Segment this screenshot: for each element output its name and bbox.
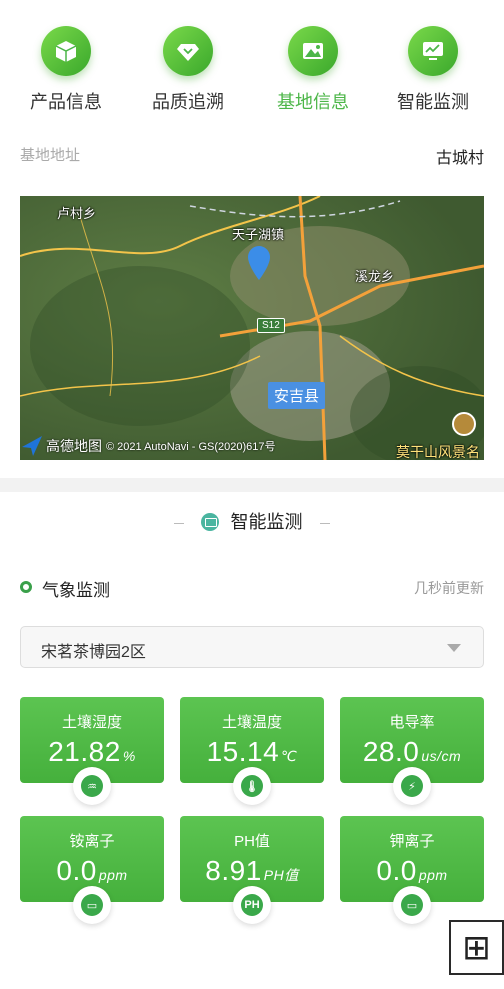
tile-value: 28.0 <box>362 736 420 767</box>
base-address-value: 古城村 <box>435 150 484 167</box>
section-title: 智能监测 <box>230 512 303 532</box>
tile-unit: ppm <box>98 867 128 883</box>
map-label-tianzi: 天子湖镇 <box>232 227 285 242</box>
tile-name: 钾离子 <box>389 833 435 850</box>
tile-unit: PH值 <box>263 867 299 883</box>
nav-base-info[interactable]: 基地信息 <box>258 26 368 114</box>
weather-header: 气象监测 几秒前更新 <box>20 576 484 600</box>
tile-unit: ℃ <box>281 748 298 764</box>
updated-time: 几秒前更新 <box>414 580 484 596</box>
tile-value: 0.0 <box>376 855 417 886</box>
tile-unit: ppm <box>418 867 448 883</box>
map-label-lucun: 卢村乡 <box>57 206 97 221</box>
nav-label: 智能监测 <box>397 92 469 112</box>
lightning-icon: ⚡ <box>393 767 431 805</box>
base-address-row: 基地地址 古城村 <box>20 144 484 167</box>
tile-name: 土壤湿度 <box>61 714 122 731</box>
divider <box>319 522 330 524</box>
sensor-icon: ▭ <box>393 886 431 924</box>
nav-label: 产品信息 <box>30 92 102 112</box>
chevron-down-icon <box>447 644 461 652</box>
map-label-xilong: 溪龙乡 <box>355 269 395 284</box>
zone-select-value: 宋茗茶博园2区 <box>41 644 146 661</box>
weather-dot-icon <box>20 581 32 593</box>
map-label-mogan: 莫干山风景名 <box>396 444 480 460</box>
map-attribution: 高德地图 © 2021 AutoNavi - GS(2020)617号 <box>22 436 276 456</box>
tile-value: 0.0 <box>56 855 97 886</box>
tile-name: 土壤温度 <box>221 714 282 731</box>
water-drop-icon: ♒ <box>73 767 111 805</box>
sensor-icon: ▭ <box>73 886 111 924</box>
scenic-spot-icon[interactable] <box>452 412 476 436</box>
amap-logo-icon <box>22 436 42 456</box>
nav-label: 基地信息 <box>277 92 349 112</box>
mountain-icon <box>288 26 338 76</box>
monitor-icon <box>408 26 458 76</box>
nav-product-info[interactable]: 产品信息 <box>11 26 121 114</box>
tile-unit: us/cm <box>421 748 462 764</box>
monitor-section-icon <box>201 513 220 531</box>
map-label-anji: 安吉县 <box>268 382 326 409</box>
tile-name: PH值 <box>234 833 270 850</box>
monitor-section-header: 智能监测 <box>0 508 504 532</box>
diamond-icon <box>163 26 213 76</box>
tile-name: 电导率 <box>389 714 435 731</box>
weather-title: 气象监测 <box>42 581 110 600</box>
nav-quality-trace[interactable]: 品质追溯 <box>133 26 243 114</box>
divider <box>174 522 185 524</box>
map-copyright: © 2021 AutoNavi - GS(2020)617号 <box>106 441 276 453</box>
tile-value: 8.91 <box>205 855 262 886</box>
base-address-label: 基地地址 <box>20 147 81 164</box>
watermark-logo-icon: ⊞ <box>449 920 504 975</box>
tile-value: 15.14 <box>206 736 280 767</box>
tile-name: 铵离子 <box>69 833 115 850</box>
map-pin-icon[interactable] <box>248 246 270 280</box>
map-brand: 高德地图 <box>46 438 102 454</box>
zone-select[interactable]: 宋茗茶博园2区 <box>20 626 484 668</box>
tile-value: 21.82 <box>48 736 121 767</box>
cube-icon <box>41 26 91 76</box>
thermometer-icon: 🌡 <box>233 767 271 805</box>
nav-smart-monitor[interactable]: 智能监测 <box>378 26 488 114</box>
ph-icon: PH <box>233 886 271 924</box>
top-nav: 产品信息 品质追溯 基地信息 智能监测 <box>0 26 504 126</box>
nav-label: 品质追溯 <box>152 92 224 112</box>
tile-unit: % <box>122 748 136 764</box>
map-road-label: S12 <box>257 318 285 333</box>
